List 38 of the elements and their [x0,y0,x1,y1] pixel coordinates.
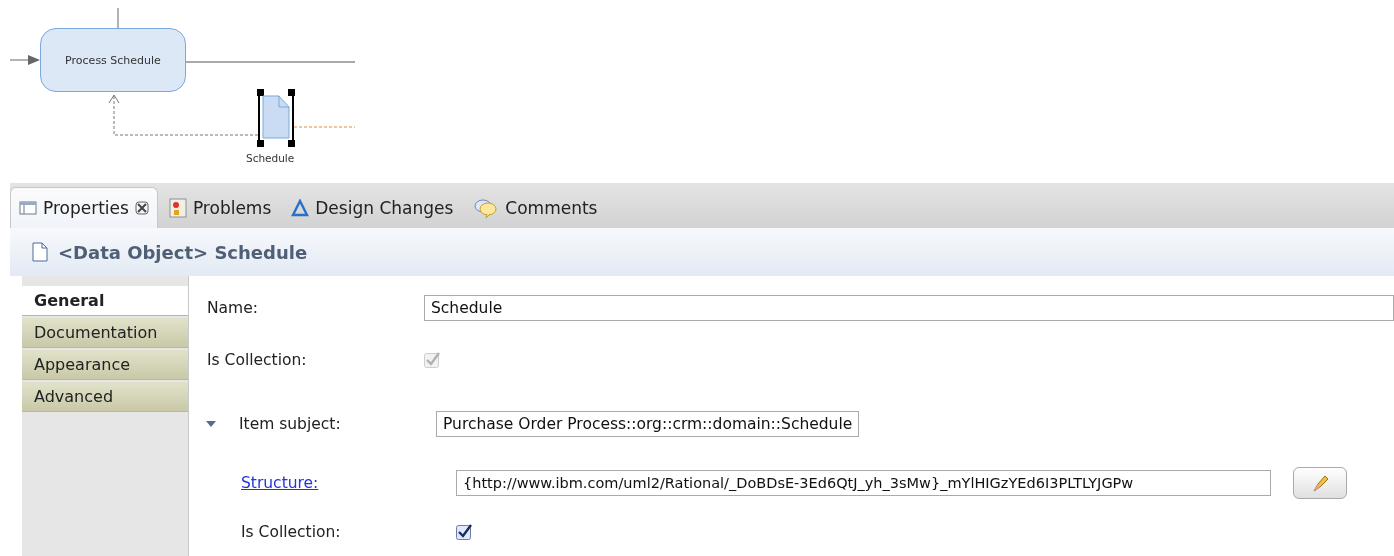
tab-label: Design Changes [315,198,454,218]
field-label: Is Collection: [241,522,341,541]
browse-button[interactable] [1293,467,1347,500]
document-icon [32,242,48,262]
resize-handle[interactable] [288,89,295,96]
field-label: Name: [207,299,258,317]
field-label: Item subject: [239,414,341,433]
view-tab[interactable]: Comments [464,187,607,228]
section-tab[interactable]: Documentation [22,318,188,348]
resize-handle[interactable] [257,140,264,147]
expand-caret-icon[interactable] [205,419,217,428]
view-tab[interactable]: Problems [159,187,281,228]
table-icon [19,200,37,216]
tab-label: Comments [505,198,598,218]
structure-link[interactable]: Structure: [241,474,319,493]
field-label: Is Collection: [207,351,307,370]
triangle-icon [291,199,310,217]
section-tab[interactable]: General [22,286,188,316]
structure-field[interactable]: {http://www.ibm.com/uml2/Rational/_DoBDsE-3Ed6QtJ_yh_3sMw}_mYlHIGzYEd6I3PLTLYJGPw [456,470,1271,497]
tab-label: Problems [192,198,272,218]
tab-label: Properties [43,198,129,218]
header-title: <Data Object> Schedule [58,241,308,263]
selection-frame[interactable] [258,92,294,144]
document-icon [262,95,290,139]
close-icon[interactable] [134,201,149,215]
resize-handle[interactable] [257,89,264,96]
resize-handle[interactable] [288,140,295,147]
speech-bubbles-icon [473,198,500,218]
item-subject-field[interactable]: Purchase Order Process::org::crm::domain::Schedule [436,410,860,437]
view-tab[interactable]: Design Changes [282,187,463,228]
checkbox[interactable] [456,523,472,540]
problems-icon [168,198,187,218]
name-field[interactable]: Schedule [424,295,1394,321]
section-tab[interactable]: Advanced [22,382,188,412]
view-tab[interactable]: Properties [10,187,158,228]
section-tab[interactable]: Appearance [22,350,188,380]
data-object-label: Schedule [246,152,295,164]
task-node[interactable]: Process Schedule [40,28,186,92]
